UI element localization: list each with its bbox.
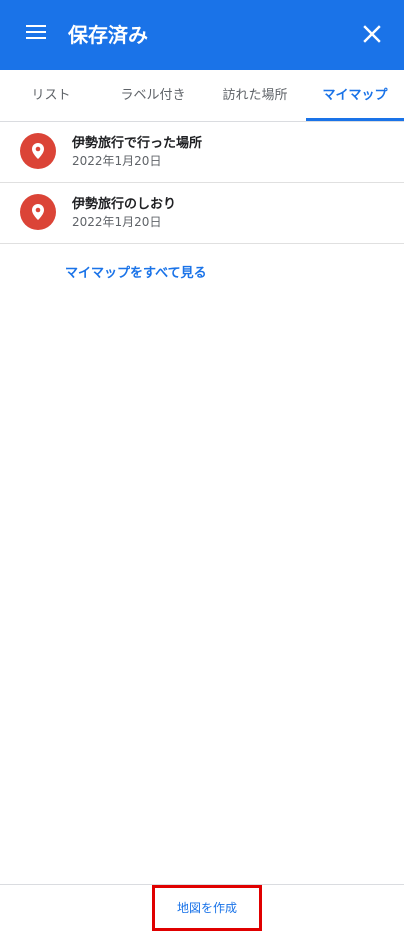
tab-lists[interactable]: リスト	[0, 70, 102, 121]
map-pin-icon	[20, 194, 56, 230]
my-maps-list: 伊勢旅行で行った場所 2022年1月20日 伊勢旅行のしおり 2022年1月20…	[0, 122, 404, 244]
list-item[interactable]: 伊勢旅行のしおり 2022年1月20日	[0, 183, 404, 244]
page-title: 保存済み	[68, 23, 148, 47]
tab-bar: リスト ラベル付き 訪れた場所 マイマップ	[0, 70, 404, 122]
create-map-button[interactable]: 地図を作成	[152, 885, 262, 931]
tab-my-maps[interactable]: マイマップ	[306, 70, 404, 121]
close-icon[interactable]	[360, 22, 384, 46]
map-date: 2022年1月20日	[72, 154, 162, 168]
map-title: 伊勢旅行で行った場所	[72, 136, 203, 151]
active-tab-indicator	[306, 118, 404, 121]
app-header: 保存済み	[0, 0, 404, 70]
map-pin-icon	[20, 133, 56, 169]
list-item[interactable]: 伊勢旅行で行った場所 2022年1月20日	[0, 122, 404, 183]
map-date: 2022年1月20日	[72, 215, 162, 229]
tab-visited[interactable]: 訪れた場所	[204, 70, 306, 121]
tab-labeled[interactable]: ラベル付き	[102, 70, 204, 121]
menu-icon[interactable]	[26, 25, 46, 39]
map-title: 伊勢旅行のしおり	[72, 197, 177, 212]
footer-bar: 地図を作成	[0, 884, 404, 936]
see-all-my-maps-link[interactable]: マイマップをすべて見る	[65, 262, 207, 281]
